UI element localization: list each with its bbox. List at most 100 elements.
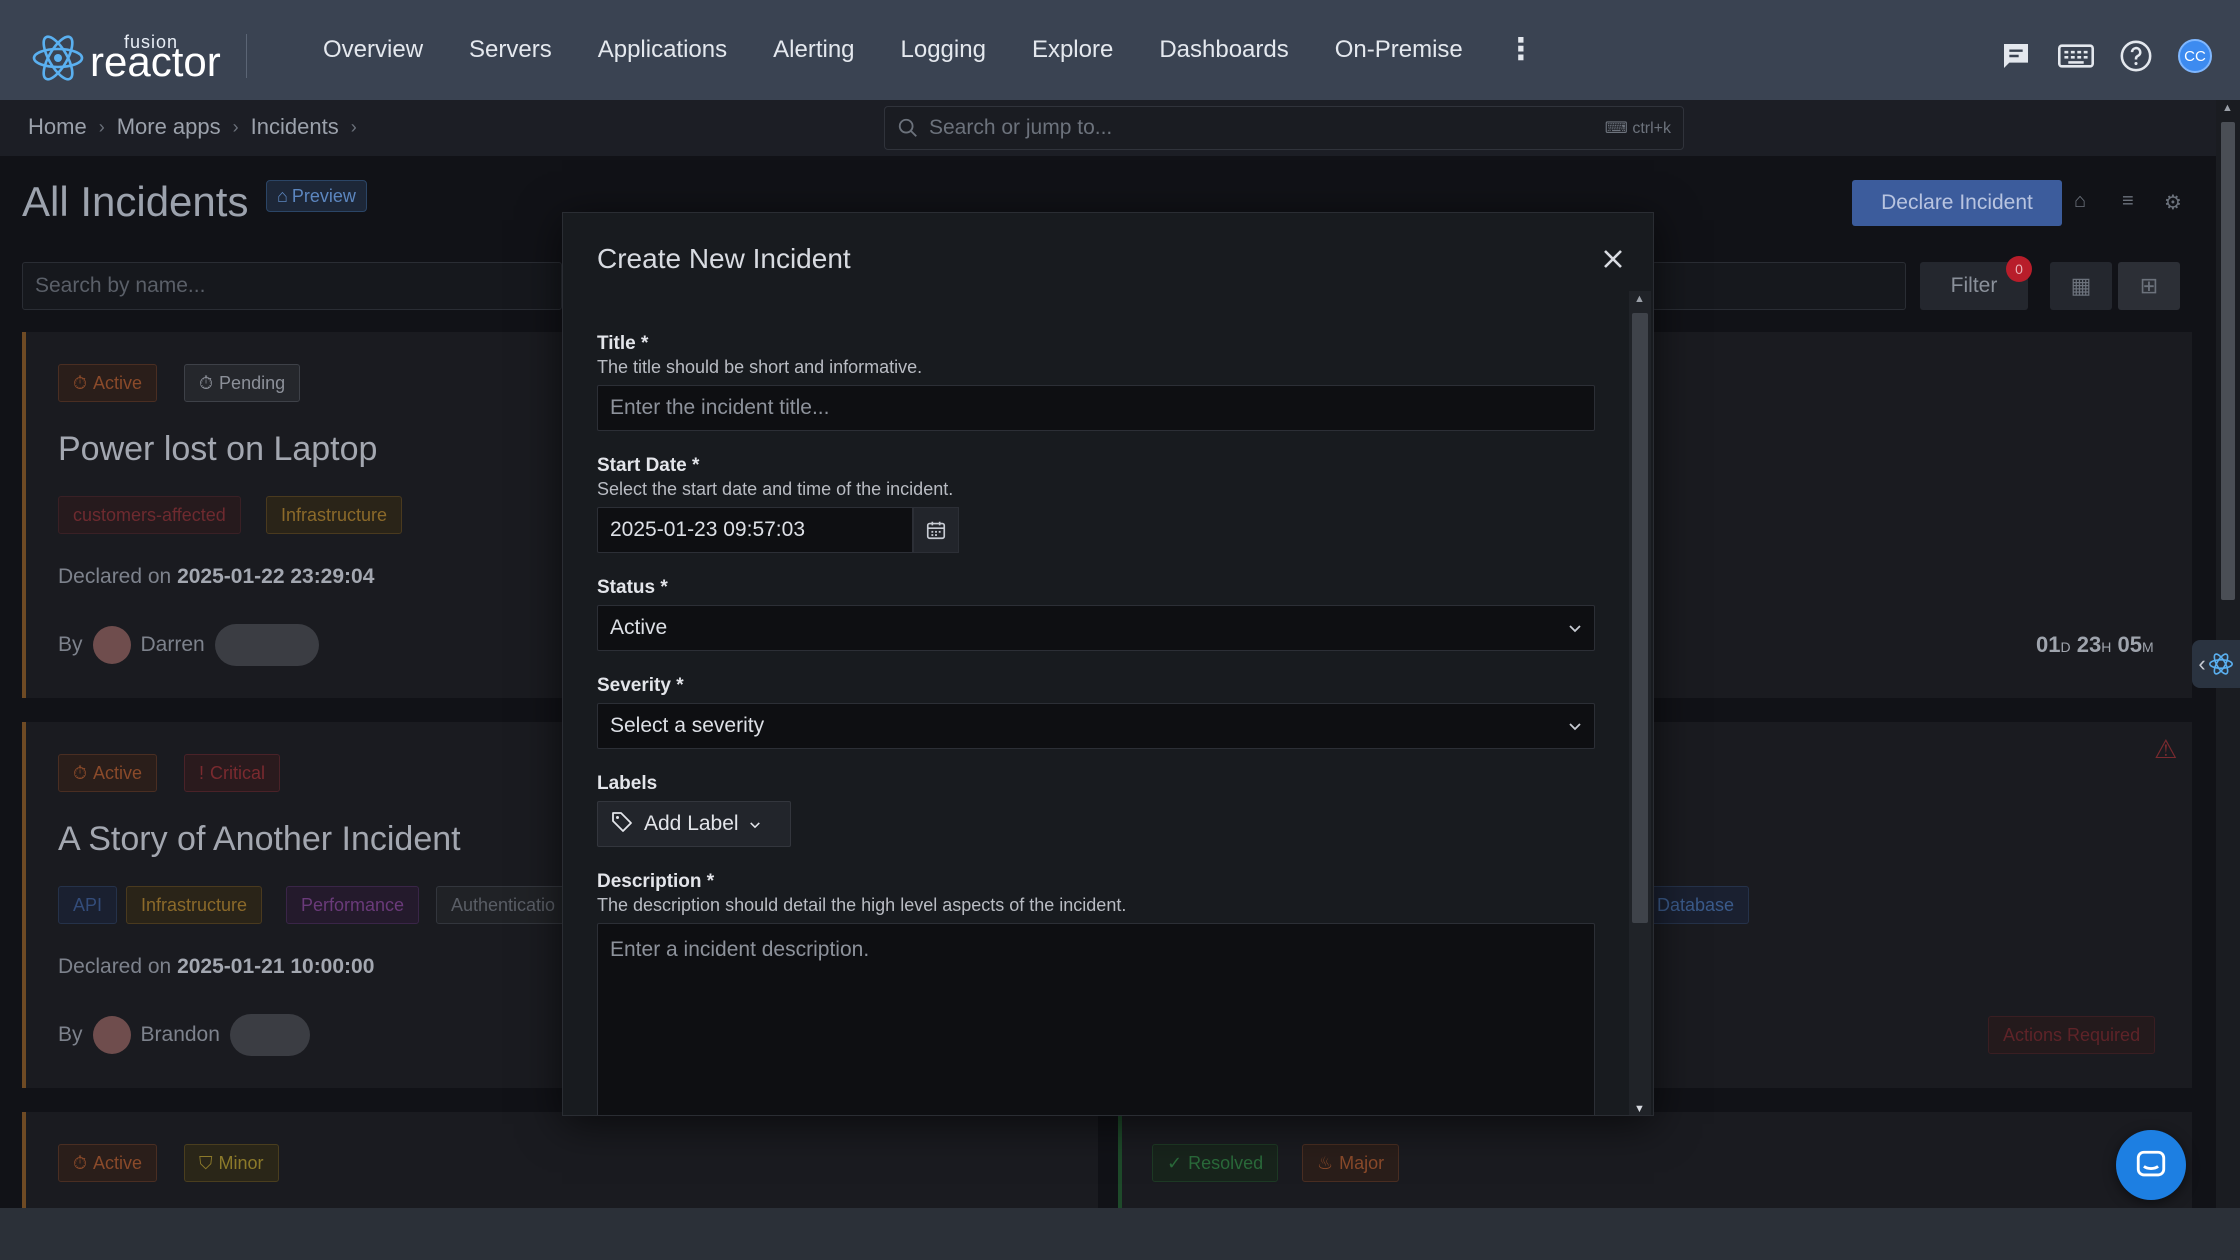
severity-badge-minor: ⛉ Minor bbox=[184, 1144, 279, 1182]
incident-title[interactable]: Power lost on Laptop bbox=[58, 430, 377, 469]
status-badge-active: ⏱ Active bbox=[58, 1144, 158, 1182]
description-textarea[interactable]: Enter a incident description. bbox=[597, 923, 1595, 1115]
nav-alerting[interactable]: Alerting bbox=[750, 36, 877, 64]
start-date-input[interactable]: 2025-01-23 09:57:03 bbox=[597, 507, 913, 553]
status-badge-label: Resolved bbox=[1188, 1152, 1264, 1173]
user-avatar[interactable]: CC bbox=[2178, 39, 2212, 73]
add-label-button[interactable]: Add Label bbox=[597, 801, 791, 847]
avatar bbox=[92, 1016, 131, 1054]
modal-scrollbar[interactable]: ▲ ▼ bbox=[1629, 291, 1651, 1115]
declare-incident-button[interactable]: Declare Incident bbox=[1852, 180, 2062, 226]
flame-icon: ♨ bbox=[1317, 1152, 1334, 1173]
search-jump-placeholder: Search or jump to... bbox=[929, 116, 1113, 139]
status-label: Status * bbox=[597, 577, 668, 598]
nav-overview[interactable]: Overview bbox=[300, 36, 446, 64]
chevron-right-icon: › bbox=[98, 116, 105, 137]
breadcrumb: Home › More apps › Incidents › bbox=[28, 114, 357, 140]
declared-prefix: Declared on bbox=[58, 565, 172, 588]
breadcrumb-incidents[interactable]: Incidents bbox=[251, 114, 339, 140]
clock-icon: ⏱ bbox=[73, 762, 88, 783]
tag-icon: ⌂ bbox=[277, 185, 288, 206]
chevron-left-icon: ‹ bbox=[2198, 651, 2206, 676]
pending-badge: ⏱ Pending bbox=[184, 364, 301, 402]
timer-minutes: 05 bbox=[2117, 632, 2142, 657]
status-badge-resolved: ✓ Resolved bbox=[1152, 1144, 1279, 1182]
timer-minutes-unit: M bbox=[2141, 639, 2154, 655]
start-date-label: Start Date * bbox=[597, 455, 700, 476]
search-shortcut-text: ctrl+k bbox=[1632, 120, 1671, 137]
breadcrumb-home[interactable]: Home bbox=[28, 114, 87, 140]
toggle-pill[interactable] bbox=[214, 624, 319, 666]
status-badge-label: Active bbox=[93, 762, 143, 783]
nav-logging[interactable]: Logging bbox=[878, 36, 1009, 64]
home-icon[interactable]: ⌂ bbox=[2074, 190, 2098, 214]
toggle-pill[interactable] bbox=[229, 1014, 310, 1056]
add-label-text: Add Label bbox=[644, 812, 739, 835]
search-field-right[interactable] bbox=[1652, 262, 1906, 310]
grid-view-icon[interactable]: ▦ bbox=[2050, 262, 2112, 310]
fusionreactor-logo[interactable]: fusion reactor bbox=[30, 26, 242, 86]
by-prefix: By bbox=[58, 1023, 83, 1046]
pending-badge-label: Pending bbox=[219, 372, 286, 393]
shield-icon: ⛉ bbox=[199, 1152, 213, 1173]
chat-icon bbox=[2136, 1150, 2166, 1177]
incident-timer: 01D 23H 05M bbox=[2036, 632, 2154, 658]
label-customers-affected: customers-affected bbox=[58, 496, 241, 534]
alert-icon: ! bbox=[199, 762, 205, 783]
warning-icon: ⚠ bbox=[2154, 734, 2178, 764]
nav-applications[interactable]: Applications bbox=[575, 36, 750, 64]
nav-more-icon[interactable]: ⋮ bbox=[1486, 35, 1556, 65]
declared-date: 2025-01-22 23:29:04 bbox=[177, 565, 375, 588]
breadcrumb-more-apps[interactable]: More apps bbox=[117, 114, 221, 140]
title-input[interactable]: Enter the incident title... bbox=[597, 385, 1595, 431]
help-icon[interactable] bbox=[2118, 38, 2154, 74]
avatar bbox=[92, 626, 131, 664]
incident-search-placeholder: Search by name... bbox=[35, 274, 206, 297]
scroll-down-icon[interactable]: ▼ bbox=[1634, 1103, 1645, 1115]
clock-icon: ⏱ bbox=[73, 1152, 88, 1173]
modal-scrollbar-thumb[interactable] bbox=[1632, 313, 1648, 923]
chevron-right-icon: › bbox=[350, 116, 357, 137]
search-icon bbox=[898, 118, 917, 137]
search-shortcut: ⌨ ctrl+k bbox=[1604, 120, 1671, 137]
nav-explore[interactable]: Explore bbox=[1009, 36, 1136, 64]
status-badge-label: Active bbox=[93, 1152, 143, 1173]
scroll-up-icon[interactable]: ▲ bbox=[2222, 102, 2233, 114]
declared-by-name: Darren bbox=[140, 633, 205, 656]
footer-bar bbox=[0, 1208, 2240, 1260]
declared-date: 2025-01-21 10:00:00 bbox=[177, 955, 375, 978]
page-scrollbar-thumb[interactable] bbox=[2221, 122, 2235, 600]
main-nav: Overview Servers Applications Alerting L… bbox=[300, 0, 1556, 100]
modal-title: Create New Incident bbox=[597, 243, 851, 274]
page-title: All Incidents bbox=[22, 178, 249, 225]
incident-search-input[interactable]: Search by name... bbox=[22, 262, 562, 310]
declared-on: Declared on 2025-01-21 10:00:00 bbox=[58, 955, 374, 979]
clock-icon: ⏱ bbox=[199, 372, 214, 393]
severity-badge-label: Minor bbox=[218, 1152, 264, 1173]
support-chat-button[interactable] bbox=[2116, 1130, 2186, 1200]
modal-form: Title * The title should be short and in… bbox=[597, 313, 1597, 1115]
sort-icon[interactable]: ≡ bbox=[2122, 190, 2146, 214]
calendar-icon[interactable] bbox=[913, 507, 959, 553]
status-select[interactable]: Active bbox=[597, 605, 1595, 651]
logo-divider bbox=[246, 34, 247, 78]
atom-logo-icon bbox=[32, 35, 84, 81]
labels-label: Labels bbox=[597, 773, 658, 794]
nav-servers[interactable]: Servers bbox=[446, 36, 575, 64]
timer-hours: 23 bbox=[2076, 632, 2102, 657]
nav-on-premise[interactable]: On-Premise bbox=[1312, 36, 1486, 64]
scroll-up-icon[interactable]: ▲ bbox=[1634, 293, 1645, 305]
label-infrastructure: Infrastructure bbox=[266, 496, 403, 534]
keyboard-icon[interactable] bbox=[2058, 38, 2094, 74]
chat-icon[interactable] bbox=[1998, 38, 2034, 74]
card-view-icon[interactable]: ⊞ bbox=[2118, 262, 2180, 310]
nav-dashboards[interactable]: Dashboards bbox=[1136, 36, 1311, 64]
side-panel-toggle[interactable]: ‹ bbox=[2192, 640, 2240, 688]
incident-card[interactable] bbox=[1118, 1112, 2192, 1208]
close-icon[interactable] bbox=[1593, 239, 1633, 279]
search-jump-input[interactable]: Search or jump to... ⌨ ctrl+k bbox=[884, 106, 1684, 150]
incident-title[interactable]: A Story of Another Incident bbox=[58, 820, 461, 859]
gear-icon[interactable]: ⚙ bbox=[2164, 190, 2188, 214]
description-label: Description * bbox=[597, 871, 715, 892]
severity-select[interactable]: Select a severity bbox=[597, 703, 1595, 749]
